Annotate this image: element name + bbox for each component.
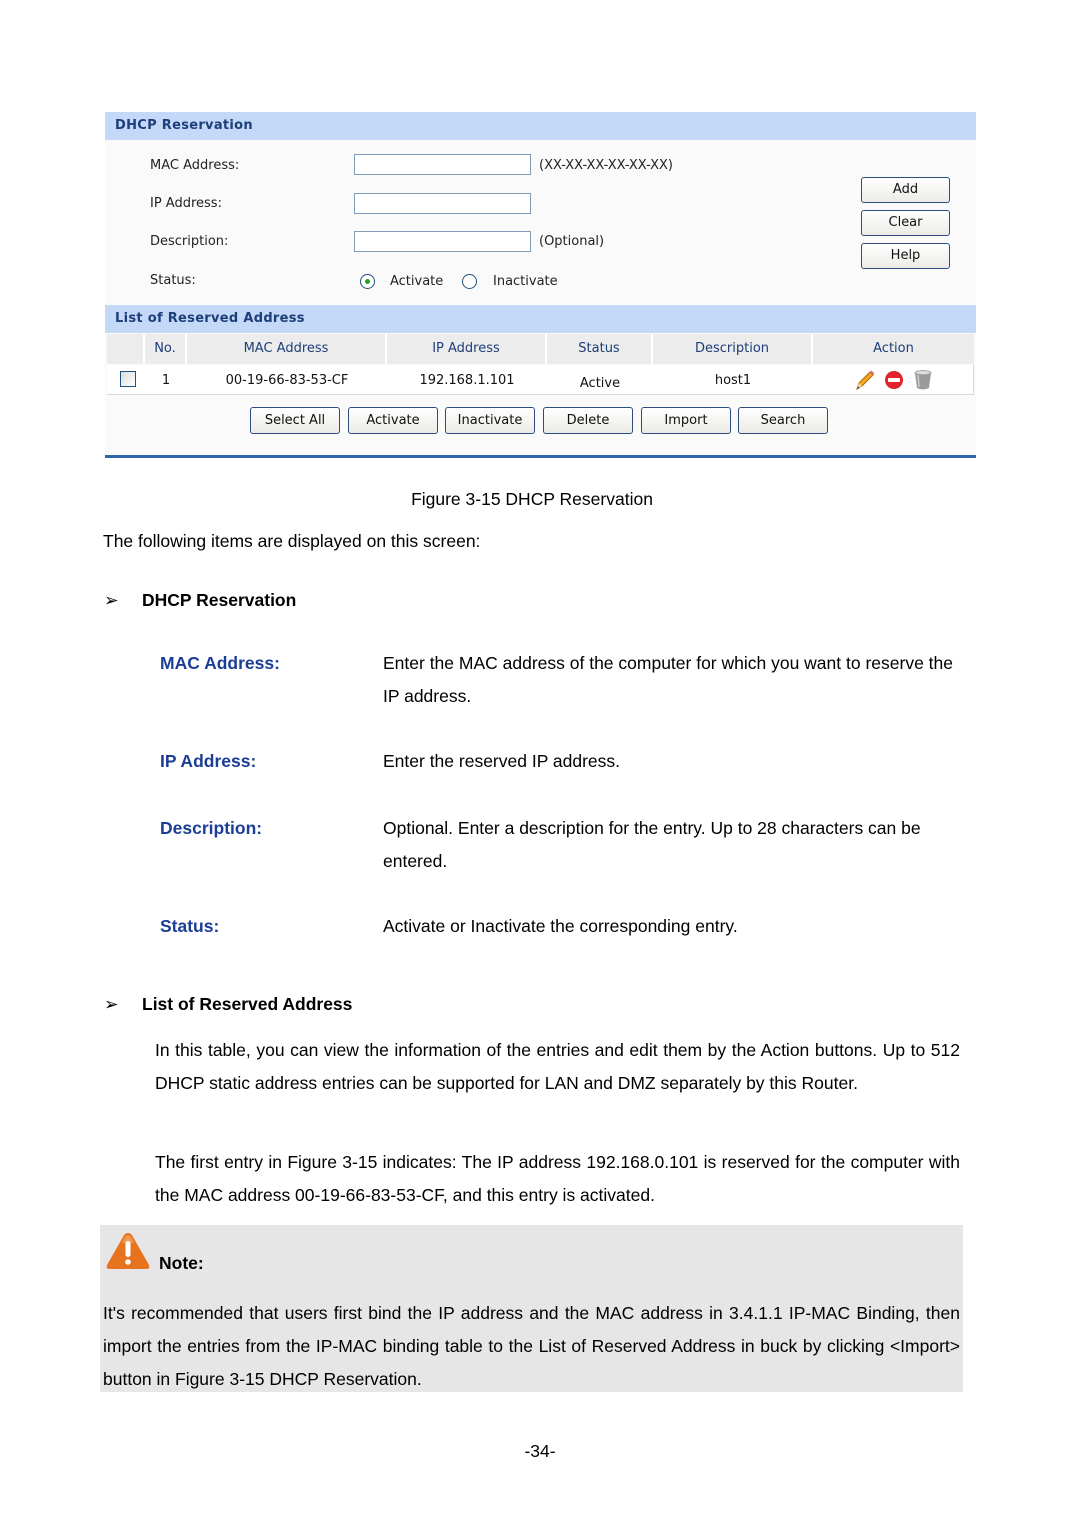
note-box: Note: It's recommended that users first … <box>100 1225 963 1392</box>
inactivate-button[interactable]: Inactivate <box>445 407 535 434</box>
import-button[interactable]: Import <box>641 407 731 434</box>
column-header-mac: MAC Address <box>187 334 387 364</box>
section-heading-list-reserved: ➢ List of Reserved Address <box>104 994 352 1015</box>
delete-button[interactable]: Delete <box>543 407 633 434</box>
optional-hint: (Optional) <box>539 234 605 249</box>
definition-mac-address: Enter the MAC address of the computer fo… <box>383 653 953 706</box>
clear-button[interactable]: Clear <box>861 210 950 236</box>
disable-icon[interactable] <box>883 369 905 391</box>
note-title: Note: <box>159 1253 204 1273</box>
search-button[interactable]: Search <box>738 407 828 434</box>
add-button[interactable]: Add <box>861 177 950 203</box>
select-all-button[interactable]: Select All <box>250 407 340 434</box>
section-title: List of Reserved Address <box>142 994 353 1014</box>
description-label: Description: <box>150 234 229 249</box>
row-number: 1 <box>161 373 171 388</box>
dhcp-reservation-screenshot: DHCP Reservation MAC Address: (XX-XX-XX-… <box>105 112 976 458</box>
ip-address-label: IP Address: <box>150 196 222 211</box>
definition-ip-address: Enter the reserved IP address. <box>383 751 621 771</box>
page-number: -34- <box>524 1441 556 1461</box>
bullet-arrow-icon: ➢ <box>104 590 119 610</box>
column-header-ip: IP Address <box>387 334 547 364</box>
term-mac-address: MAC Address: <box>160 653 280 673</box>
description-input[interactable] <box>354 231 531 252</box>
mac-address-label: MAC Address: <box>150 158 240 173</box>
section-title: DHCP Reservation <box>142 590 297 610</box>
intro-text: The following items are displayed on thi… <box>103 531 481 551</box>
definition-description: Optional. Enter a description for the en… <box>383 818 921 871</box>
activate-button[interactable]: Activate <box>348 407 438 434</box>
column-header-no: No. <box>145 334 187 364</box>
column-header-action: Action <box>873 341 914 356</box>
definition-status: Activate or Inactivate the corresponding… <box>383 916 738 936</box>
column-header-status: Status <box>547 334 653 364</box>
row-description: host1 <box>714 373 752 388</box>
row-mac-address: 00-19-66-83-53-CF <box>225 373 349 388</box>
paragraph: In this table, you can view the informat… <box>155 1040 960 1093</box>
edit-icon[interactable] <box>854 369 876 391</box>
column-header-select <box>107 334 145 364</box>
reservation-section-header: DHCP Reservation <box>105 112 976 140</box>
term-ip-address: IP Address: <box>160 751 257 771</box>
mac-address-input[interactable] <box>354 154 531 175</box>
list-section-header: List of Reserved Address <box>105 305 976 333</box>
row-status: Active <box>579 376 621 391</box>
status-label: Status: <box>150 273 196 288</box>
row-ip-address: 192.168.1.101 <box>419 373 515 388</box>
help-button[interactable]: Help <box>861 243 950 269</box>
paragraph: The first entry in Figure 3-15 indicates… <box>155 1152 960 1205</box>
column-header-description: Description <box>653 334 813 364</box>
figure-bottom-rule <box>105 455 976 458</box>
status-inactivate-radio[interactable] <box>462 274 477 289</box>
status-activate-radio[interactable] <box>360 274 375 289</box>
bullet-arrow-icon: ➢ <box>104 994 119 1014</box>
status-activate-label: Activate <box>390 274 444 289</box>
ip-address-input[interactable] <box>354 193 531 214</box>
section-heading-dhcp-reservation: ➢ DHCP Reservation <box>104 590 296 611</box>
warning-icon <box>104 1231 152 1271</box>
status-inactivate-label: Inactivate <box>493 274 558 289</box>
delete-icon[interactable] <box>912 369 934 391</box>
term-status: Status: <box>160 916 220 936</box>
note-text: It's recommended that users first bind t… <box>103 1303 960 1389</box>
row-select-checkbox[interactable] <box>120 371 136 387</box>
figure-caption: Figure 3-15 DHCP Reservation <box>411 489 653 509</box>
mac-format-hint: (XX-XX-XX-XX-XX-XX) <box>539 158 673 173</box>
term-description: Description: <box>160 818 263 838</box>
